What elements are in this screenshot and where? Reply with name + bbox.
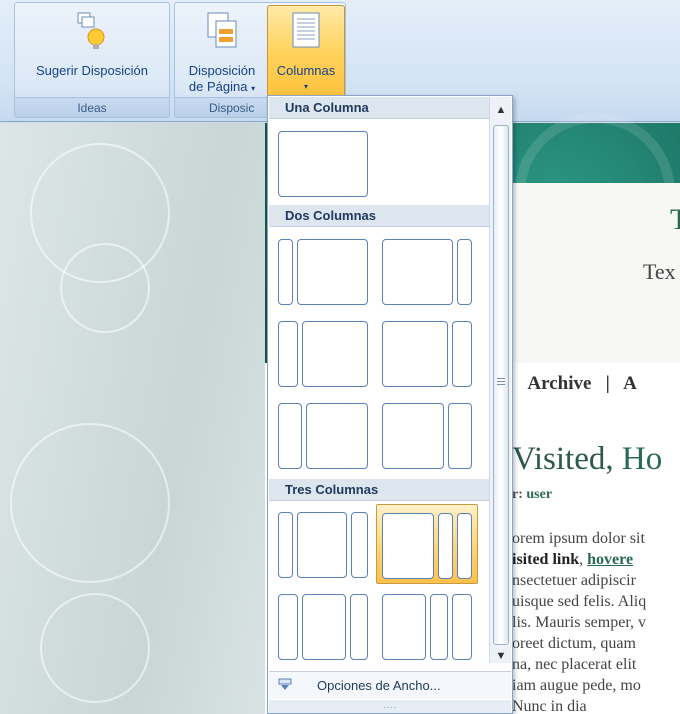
columns-button[interactable]: Columnas ▾: [267, 5, 345, 97]
nav-archive-link[interactable]: Archive: [527, 373, 591, 394]
layout-three-columns-equal[interactable]: [276, 588, 372, 662]
post-title-hover[interactable]: Ho: [622, 441, 662, 477]
page-layout-label-line2: de Página: [188, 79, 248, 94]
blog-nav: | Archive | A: [510, 373, 637, 395]
suggest-layout-label: Sugerir Disposición: [36, 63, 148, 78]
columns-icon: [292, 12, 320, 48]
gallery-scrollbar[interactable]: ▲ ▼: [489, 97, 511, 663]
section-three-columns: Tres Columnas: [269, 479, 489, 501]
header-title-panel: T Tex: [500, 183, 680, 363]
layout-three-columns-right-wide[interactable]: [380, 588, 476, 662]
post-title-visited[interactable]: Visited,: [512, 441, 614, 477]
author-prefix: r:: [512, 487, 523, 502]
body-line: isited link, hovere: [512, 551, 634, 568]
page-layout-label-line1: Disposición: [188, 63, 256, 78]
decor-swirl: [60, 243, 150, 333]
section-two-columns: Dos Columnas: [269, 205, 489, 227]
scroll-grip-icon: [497, 378, 505, 379]
columns-label: Columnas: [276, 63, 336, 78]
body-line: na, nec placerat elit: [512, 656, 637, 673]
body-line: oreet dictum, quam: [512, 635, 636, 652]
nav-separator: |: [605, 373, 610, 394]
layout-two-columns-left-medium[interactable]: [276, 315, 372, 389]
layout-two-columns-right-medium[interactable]: [380, 315, 476, 389]
chevron-down-icon: ▾: [251, 84, 256, 93]
columns-gallery-dropdown: Una Columna Dos Columnas Tres Columnas ▲…: [267, 95, 513, 714]
ideas-group: Sugerir Disposición Ideas: [14, 2, 170, 118]
layout-two-columns-narrow-left[interactable]: [276, 233, 372, 307]
width-options-label: Opciones de Ancho...: [317, 678, 441, 693]
width-options-icon: [278, 678, 292, 690]
layout-three-columns-left-wide-selected[interactable]: [376, 504, 478, 584]
visited-link[interactable]: isited link: [512, 551, 579, 568]
decor-swirl: [10, 423, 170, 583]
nav-link-cut[interactable]: A: [623, 373, 637, 394]
hover-link[interactable]: hovere: [587, 551, 633, 568]
layout-two-columns-right-wide[interactable]: [380, 397, 476, 471]
post-title[interactable]: Visited, Ho: [512, 441, 662, 478]
suggest-layout-icon: [77, 12, 105, 49]
width-options-item[interactable]: Opciones de Ancho...: [269, 671, 511, 699]
layout-three-columns-center-wide[interactable]: [276, 506, 372, 580]
body-line: Nunc in dia: [512, 698, 587, 714]
layout-two-columns-left-wide[interactable]: [276, 397, 372, 471]
ideas-group-label: Ideas: [15, 97, 169, 117]
layout-two-columns-narrow-right[interactable]: [380, 233, 476, 307]
section-one-column: Una Columna: [269, 97, 489, 119]
header-title: T: [670, 203, 680, 236]
gallery-resize-grip[interactable]: ....: [269, 700, 511, 713]
author-name[interactable]: user: [526, 487, 552, 502]
layout-one-column[interactable]: [276, 125, 372, 199]
page-layout-button[interactable]: Disposición de Página ▾: [179, 5, 265, 95]
body-line: nsectetuer adipiscir: [512, 572, 636, 589]
scroll-up-button[interactable]: ▲: [492, 101, 510, 119]
post-author: r: user: [512, 487, 552, 503]
body-line: orem ipsum dolor sit: [512, 530, 645, 547]
body-line: uisque sed felis. Aliq: [512, 593, 647, 610]
body-line: lis. Mauris semper, v: [512, 614, 647, 631]
scroll-thumb[interactable]: [493, 125, 509, 645]
suggest-layout-button[interactable]: Sugerir Disposición: [19, 5, 165, 95]
page-layout-icon: [207, 12, 237, 48]
body-line: iam augue pede, mo: [512, 677, 641, 694]
decor-swirl: [40, 593, 150, 703]
post-body: orem ipsum dolor sit isited link, hovere…: [512, 528, 680, 714]
chevron-down-icon: ▾: [303, 82, 308, 91]
scroll-down-button[interactable]: ▼: [492, 647, 510, 665]
header-subtitle: Tex: [643, 259, 676, 284]
